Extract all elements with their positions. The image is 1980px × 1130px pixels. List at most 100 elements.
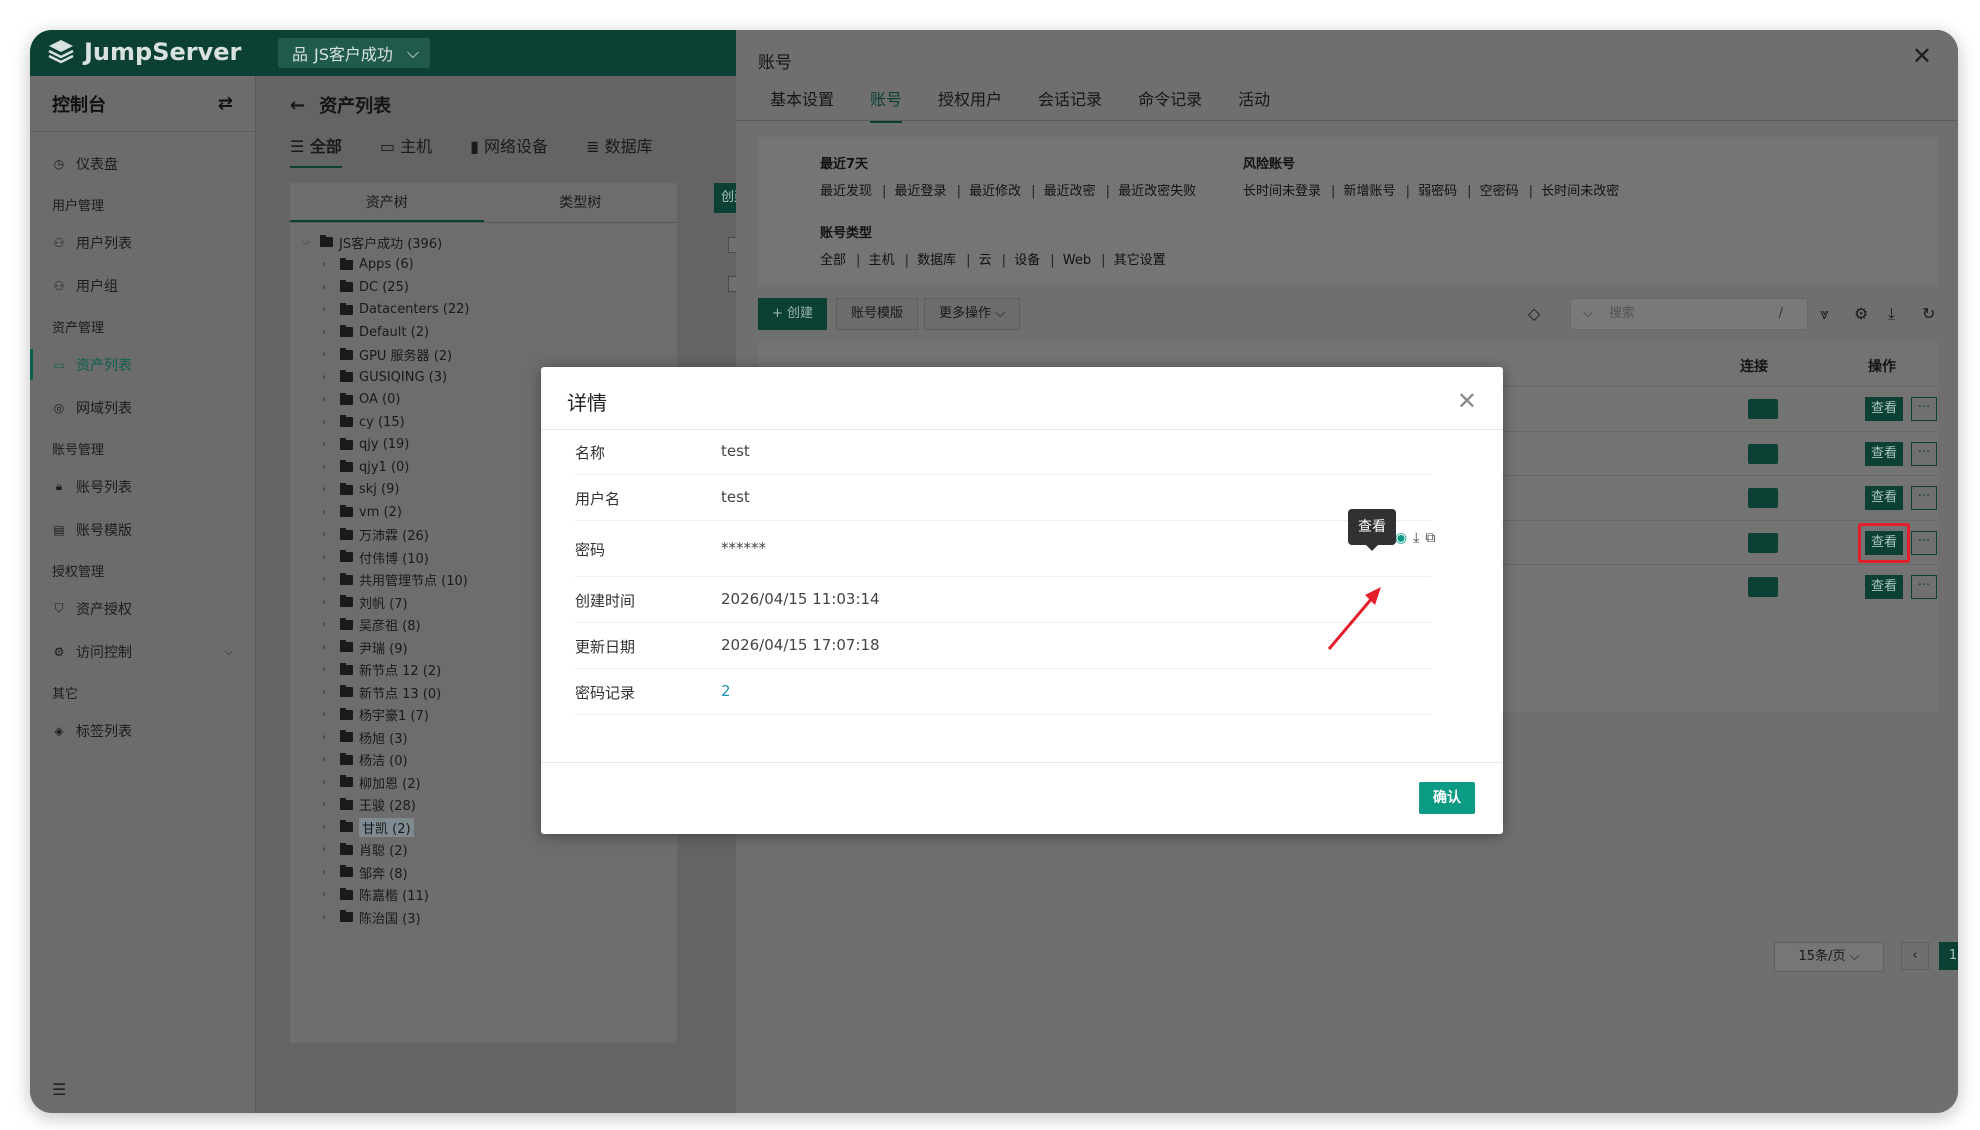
filter-link[interactable]: 最近改密失败 [1118,184,1196,199]
view-button[interactable]: 查看 [1865,441,1903,466]
collapse-menu-icon[interactable]: ☰ [52,1080,66,1099]
filter-link[interactable]: 云 [979,253,992,268]
close-icon[interactable]: ✕ [1457,387,1477,415]
chevron-right-icon[interactable]: › [322,867,334,878]
account-template-button[interactable]: 账号模版 [836,298,919,330]
connect-icon[interactable] [1748,488,1778,508]
sidebar-item-dashboard[interactable]: ◷ 仪表盘 [30,142,255,185]
tab-host[interactable]: ▭ 主机 [380,133,432,168]
filter-link[interactable]: 设备 [1014,253,1040,268]
chevron-right-icon[interactable]: › [322,507,334,518]
view-button[interactable]: 查看 [1865,486,1903,510]
sidebar-item-access-control[interactable]: ⚙ 访问控制 ⌵ [30,630,255,673]
tree-node[interactable]: › DC (25) [302,276,677,299]
filter-link[interactable]: 长时间未改密 [1541,184,1619,199]
tab-commands[interactable]: 命令记录 [1138,86,1202,123]
tree-node[interactable]: › 肖聪 (2) [302,839,677,862]
eye-icon[interactable]: ◉ [1395,530,1407,546]
brand-logo[interactable]: JumpServer [46,37,241,67]
chevron-right-icon[interactable]: › [322,372,334,383]
chevron-right-icon[interactable]: › [322,417,334,428]
create-account-button[interactable]: + 创建 [758,298,828,330]
filter-link[interactable]: 全部 [820,253,846,268]
filter-link[interactable]: 空密码 [1480,184,1519,199]
chevron-right-icon[interactable]: › [322,529,334,540]
tree-node[interactable]: › Default (2) [302,321,677,344]
refresh-icon[interactable]: ↻ [1922,304,1935,323]
chevron-right-icon[interactable]: › [322,394,334,405]
tab-network[interactable]: ▮ 网络设备 [470,133,548,168]
more-actions-button[interactable]: 更多操作 ⌵ [924,298,1021,330]
chevron-right-icon[interactable]: › [322,642,334,653]
sidebar-item-user-group[interactable]: ⚇ 用户组 [30,264,255,307]
chevron-right-icon[interactable]: › [322,754,334,765]
tree-root[interactable]: ⌵ JS客户成功 (396) [302,231,677,254]
chevron-right-icon[interactable]: › [322,799,334,810]
more-button[interactable]: ··· [1911,397,1937,421]
tab-accounts[interactable]: 账号 [870,86,903,123]
chevron-right-icon[interactable]: › [322,597,334,608]
filter-link[interactable]: 主机 [869,253,895,268]
tree-node[interactable]: › 陈治国 (3) [302,906,677,929]
filter-link[interactable]: 长时间未登录 [1243,184,1321,199]
view-button[interactable]: 查看 [1865,575,1903,599]
tab-asset-tree[interactable]: 资产树 [290,183,484,222]
view-button[interactable]: 查看 [1865,397,1903,421]
connect-icon[interactable] [1748,532,1778,553]
filter-link[interactable]: 新增账号 [1344,184,1396,199]
chevron-right-icon[interactable]: › [322,664,334,675]
filter-link[interactable]: Web [1063,253,1091,268]
tree-node[interactable]: › 邹奔 (8) [302,861,677,884]
chevron-down-icon[interactable]: ⌵ [302,237,314,248]
tab-activity[interactable]: 活动 [1238,86,1270,123]
tab-type-tree[interactable]: 类型树 [484,183,678,222]
filter-link[interactable]: 最近改密 [1044,184,1096,199]
sidebar-item-account-list[interactable]: 🔒︎ 账号列表 [30,465,255,508]
download-icon[interactable]: ⤓ [1888,304,1895,324]
chevron-right-icon[interactable]: › [322,732,334,743]
detail-value[interactable]: 2 [721,682,731,700]
filter-link[interactable]: 最近修改 [969,184,1021,199]
chevron-right-icon[interactable]: › [322,777,334,788]
chevron-right-icon[interactable]: › [322,822,334,833]
chevron-right-icon[interactable]: › [322,349,334,360]
chevron-right-icon[interactable]: › [322,687,334,698]
tab-authorized-users[interactable]: 授权用户 [938,86,1002,123]
page-1-button[interactable]: 1 [1939,942,1958,970]
chevron-right-icon[interactable]: › [322,484,334,495]
connect-icon[interactable] [1748,399,1778,419]
search-input[interactable]: ⌵ 搜索 / [1570,298,1808,330]
chevron-right-icon[interactable]: › [322,552,334,563]
tab-basic-settings[interactable]: 基本设置 [770,86,834,123]
chevron-right-icon[interactable]: › [322,889,334,900]
chevron-right-icon[interactable]: › [322,282,334,293]
filter-link[interactable]: 最近发现 [820,184,872,199]
org-selector[interactable]: 品 JS客户成功 ⌵ [278,38,430,68]
chevron-right-icon[interactable]: › [322,844,334,855]
sidebar-item-account-template[interactable]: ▤ 账号模版 [30,508,255,551]
gear-icon[interactable]: ⚙ [1854,304,1868,323]
filter-link[interactable]: 弱密码 [1418,184,1457,199]
chevron-right-icon[interactable]: › [322,574,334,585]
sidebar-item-asset-perm[interactable]: ⛉ 资产授权 [30,587,255,630]
tree-node[interactable]: › Apps (6) [302,254,677,277]
chevron-right-icon[interactable]: › [322,912,334,923]
confirm-button[interactable]: 确认 [1419,782,1475,814]
chevron-right-icon[interactable]: › [322,327,334,338]
chevron-right-icon[interactable]: › [322,709,334,720]
more-button[interactable]: ··· [1911,575,1937,599]
tab-sessions[interactable]: 会话记录 [1038,86,1102,123]
filter-link[interactable]: 其它设置 [1114,253,1166,268]
tag-icon[interactable]: ◇ [1528,304,1540,323]
page-size-select[interactable]: 15条/页 ⌵ [1774,942,1884,972]
filter-link[interactable]: 数据库 [917,253,956,268]
filter-icon[interactable]: ⩔ [1820,304,1829,324]
switch-view-icon[interactable]: ⇄ [218,93,233,114]
sidebar-item-asset-list[interactable]: ▭ 资产列表 [30,343,255,386]
back-arrow-icon[interactable]: ← [290,95,305,116]
chevron-right-icon[interactable]: › [322,304,334,315]
download-icon[interactable]: ⤓ [1413,530,1419,546]
tab-all[interactable]: ☰ 全部 [290,133,342,168]
more-button[interactable]: ··· [1911,530,1937,555]
chevron-right-icon[interactable]: › [322,439,334,450]
